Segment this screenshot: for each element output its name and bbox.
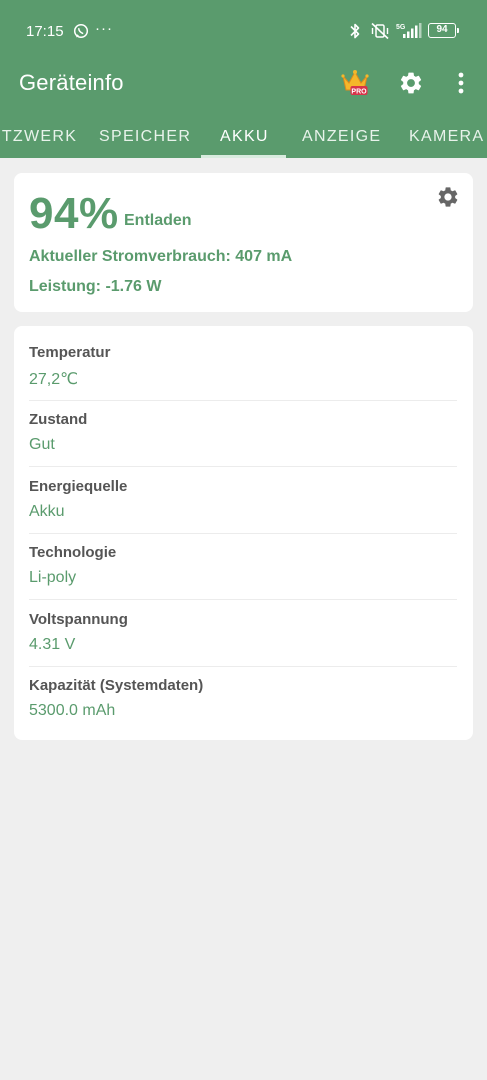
detail-label: Energiequelle bbox=[29, 478, 128, 495]
tab-anzeige[interactable]: ANZEIGE bbox=[302, 128, 381, 146]
status-bar: 17:15 ··· 5G 94 bbox=[0, 0, 487, 62]
detail-value: Akku bbox=[29, 503, 65, 520]
signal-5g-icon: 5G bbox=[396, 23, 422, 38]
detail-row-technology: Technologie Li-poly bbox=[29, 544, 457, 587]
detail-label: Zustand bbox=[29, 411, 88, 428]
detail-label: Voltspannung bbox=[29, 611, 128, 628]
tab-speicher[interactable]: SPEICHER bbox=[99, 128, 191, 146]
divider bbox=[29, 466, 457, 467]
battery-summary-card: 94% Entladen Aktueller Stromverbrauch: 4… bbox=[14, 173, 473, 312]
detail-value: 4.31 V bbox=[29, 636, 76, 653]
detail-label: Temperatur bbox=[29, 344, 111, 361]
current-consumption: Aktueller Stromverbrauch: 407 mA bbox=[29, 248, 293, 265]
charging-status: Entladen bbox=[124, 212, 192, 229]
whatsapp-notification-icon bbox=[73, 23, 89, 39]
settings-gear-icon[interactable] bbox=[398, 70, 424, 96]
active-tab-indicator bbox=[201, 155, 286, 158]
tab-kamera[interactable]: KAMERA bbox=[409, 128, 484, 146]
divider bbox=[29, 666, 457, 667]
divider bbox=[29, 400, 457, 401]
vibrate-off-icon bbox=[371, 22, 389, 40]
svg-text:5G: 5G bbox=[396, 24, 406, 31]
pro-crown-icon[interactable]: PRO bbox=[340, 68, 370, 98]
detail-row-power-source: Energiequelle Akku bbox=[29, 478, 457, 521]
detail-label: Technologie bbox=[29, 544, 117, 561]
detail-row-voltage: Voltspannung 4.31 V bbox=[29, 611, 457, 654]
detail-value: 27,2℃ bbox=[29, 371, 79, 388]
battery-settings-gear-icon[interactable] bbox=[436, 185, 460, 209]
status-time: 17:15 bbox=[26, 23, 64, 40]
detail-row-temperature: Temperatur 27,2℃ bbox=[29, 344, 457, 389]
tab-bar: NETZWERK SPEICHER AKKU ANZEIGE KAMERA bbox=[0, 120, 487, 158]
status-more-notifications: ··· bbox=[95, 20, 113, 37]
bluetooth-icon bbox=[350, 23, 360, 39]
power-output: Leistung: -1.76 W bbox=[29, 278, 162, 295]
detail-label: Kapazität (Systemdaten) bbox=[29, 677, 204, 694]
detail-row-health: Zustand Gut bbox=[29, 411, 457, 454]
tab-netzwerk[interactable]: NETZWERK bbox=[0, 128, 77, 146]
tab-akku[interactable]: AKKU bbox=[220, 128, 269, 146]
battery-details-card: Temperatur 27,2℃ Zustand Gut Energiequel… bbox=[14, 326, 473, 740]
pro-badge-label: PRO bbox=[351, 88, 367, 95]
more-options-icon[interactable] bbox=[450, 70, 472, 96]
app-bar: 17:15 ··· 5G 94 Geräteinfo PRO TZWERK SP… bbox=[0, 0, 487, 158]
battery-indicator-icon: 94 bbox=[428, 23, 459, 38]
detail-row-capacity: Kapazität (Systemdaten) 5300.0 mAh bbox=[29, 677, 457, 720]
detail-value: Li-poly bbox=[29, 569, 77, 586]
battery-percent: 94% bbox=[29, 189, 119, 238]
app-title: Geräteinfo bbox=[19, 70, 124, 95]
divider bbox=[29, 533, 457, 534]
detail-value: 5300.0 mAh bbox=[29, 702, 116, 719]
detail-value: Gut bbox=[29, 436, 55, 453]
divider bbox=[29, 599, 457, 600]
